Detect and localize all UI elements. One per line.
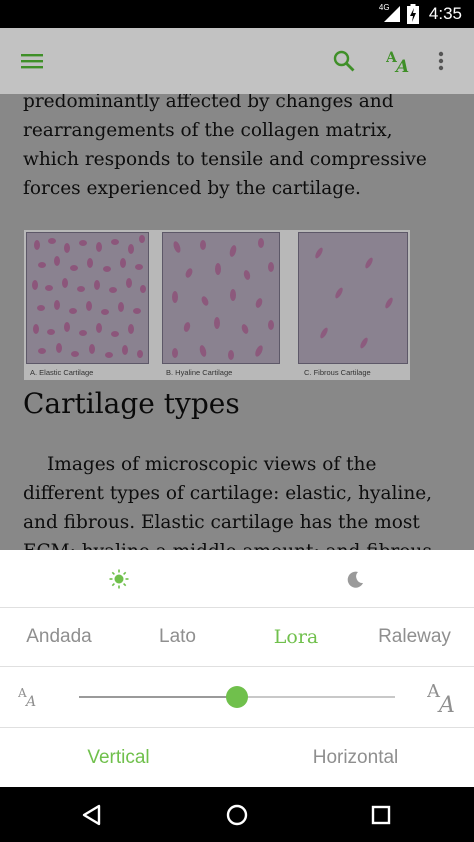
- status-icons: 4G 4:35: [379, 0, 462, 28]
- figure-panel-fibrous: [298, 232, 408, 364]
- svg-text:A: A: [437, 693, 455, 714]
- app-toolbar: AA: [0, 28, 474, 94]
- reader-settings-sheet: Andada Lato Lora Raleway AA AA Vertical …: [0, 550, 474, 787]
- slider-thumb[interactable]: [226, 686, 248, 708]
- night-theme-button[interactable]: [237, 550, 474, 607]
- svg-text:A: A: [394, 57, 409, 73]
- figure-caption: C. Fibrous Cartilage: [304, 368, 371, 377]
- more-vertical-icon[interactable]: [424, 28, 458, 94]
- font-option-lato[interactable]: Lato: [118, 608, 237, 666]
- figure-caption: B. Hyaline Cartilage: [166, 368, 233, 377]
- home-circle-icon[interactable]: [197, 787, 277, 842]
- orientation-vertical[interactable]: Vertical: [0, 728, 237, 787]
- font-option-lora[interactable]: Lora: [237, 608, 355, 666]
- theme-row: [0, 550, 474, 608]
- battery-icon: [406, 4, 419, 24]
- font-option-raleway[interactable]: Raleway: [355, 608, 474, 666]
- hamburger-menu-icon[interactable]: [10, 28, 54, 94]
- font-family-row: Andada Lato Lora Raleway: [0, 608, 474, 667]
- small-text-size-icon[interactable]: AA: [8, 667, 52, 727]
- search-icon[interactable]: [322, 28, 366, 94]
- status-time: 4:35: [428, 4, 462, 23]
- body-paragraph: Images of microscopic views of the diffe…: [23, 454, 433, 550]
- back-triangle-icon[interactable]: [52, 787, 132, 842]
- text-size-icon[interactable]: AA: [377, 28, 421, 94]
- svg-text:A: A: [24, 694, 36, 709]
- cell-signal-icon: 4G: [379, 3, 401, 23]
- sun-icon: [109, 569, 128, 588]
- font-size-slider[interactable]: [79, 686, 395, 708]
- recents-square-icon[interactable]: [341, 787, 421, 842]
- figure-caption: A. Elastic Cartilage: [30, 368, 94, 377]
- figure-panel-hyaline: [162, 232, 280, 364]
- system-nav-bar: [0, 787, 474, 842]
- orientation-row: Vertical Horizontal: [0, 728, 474, 787]
- body-paragraph: predominantly affected by changes and re…: [23, 94, 427, 199]
- slider-fill: [79, 696, 237, 698]
- section-heading: Cartilage types: [23, 387, 240, 420]
- font-option-andada[interactable]: Andada: [0, 608, 118, 666]
- figure-panel-elastic: [26, 232, 149, 364]
- large-text-size-icon[interactable]: AA: [418, 667, 470, 727]
- orientation-horizontal[interactable]: Horizontal: [237, 728, 474, 787]
- day-theme-button[interactable]: [0, 550, 237, 607]
- font-size-row: AA AA: [0, 667, 474, 728]
- moon-icon: [347, 571, 363, 588]
- network-type-label: 4G: [378, 3, 390, 12]
- status-bar: 4G 4:35: [0, 0, 474, 28]
- reader-content[interactable]: predominantly affected by changes and re…: [0, 94, 474, 550]
- cartilage-figure: A. Elastic Cartilage B. Hyaline Cartilag…: [24, 230, 410, 380]
